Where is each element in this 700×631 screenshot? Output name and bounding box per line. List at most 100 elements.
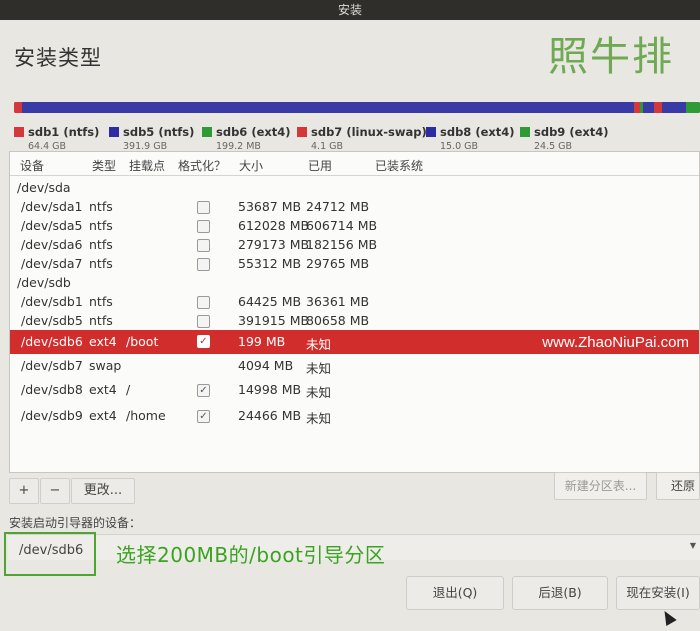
cell-device: /dev/sdb7	[21, 358, 83, 373]
cell-device: /dev/sda6	[21, 237, 83, 252]
format-checkbox[interactable]	[197, 201, 210, 214]
legend-item-sdb6: sdb6 (ext4) 199.2 MB	[202, 121, 291, 152]
col-format[interactable]: 格式化？	[178, 157, 226, 174]
cell-device: /dev/sda7	[21, 256, 83, 271]
cell-size: 14998 MB	[238, 382, 302, 397]
format-checkbox-checked[interactable]: ✓	[197, 384, 210, 397]
cell-mount: /	[126, 382, 131, 397]
legend-name: sdb6 (ext4)	[216, 125, 291, 139]
cell-used: 36361 MB	[306, 294, 370, 309]
cell-used: 未知	[306, 361, 332, 376]
cell-size: 391915 MB	[238, 313, 310, 328]
change-partition-button[interactable]: 更改...	[71, 478, 135, 504]
cell-size: 612028 MB	[238, 218, 310, 233]
cell-device: /dev/sdb8	[21, 382, 83, 397]
table-row[interactable]: /dev/sdb7 swap 4094 MB 未知	[10, 356, 699, 376]
table-row[interactable]: /dev/sdb8 ext4 / ✓ 14998 MB 未知	[10, 380, 699, 400]
annotation-text: 选择200MB的/boot引导分区	[116, 543, 386, 567]
cell-size: 53687 MB	[238, 199, 302, 214]
cell-used: 未知	[306, 385, 332, 400]
legend-item-sdb9: sdb9 (ext4) 24.5 GB	[520, 121, 609, 152]
bootloader-device-value: /dev/sdb6	[19, 543, 84, 558]
add-partition-button[interactable]: +	[9, 478, 39, 504]
new-partition-table-button[interactable]: 新建分区表...	[554, 472, 647, 500]
cell-used: 未知	[306, 411, 332, 426]
col-used[interactable]: 已用	[308, 157, 332, 174]
cell-used: 29765 MB	[306, 256, 370, 271]
table-row[interactable]: /dev/sdb1 ntfs 64425 MB 36361 MB	[10, 292, 699, 312]
cell-device: /dev/sdb9	[21, 408, 83, 423]
cell-size: 64425 MB	[238, 294, 302, 309]
col-mount[interactable]: 挂载点	[129, 157, 165, 174]
cell-type: ext4	[89, 382, 117, 397]
table-row[interactable]: /dev/sda1 ntfs 53687 MB 24712 MB	[10, 197, 699, 217]
cell-type: ntfs	[89, 218, 113, 233]
partition-legend: sdb1 (ntfs) 64.4 GB sdb5 (ntfs) 391.9 GB…	[14, 121, 700, 152]
cell-used: 24712 MB	[306, 199, 370, 214]
format-checkbox-checked[interactable]: ✓	[197, 335, 210, 348]
legend-item-sdb1: sdb1 (ntfs) 64.4 GB	[14, 121, 99, 152]
cell-used: 182156 MB	[306, 237, 378, 252]
bootloader-label: 安装启动引导器的设备：	[9, 516, 142, 530]
cell-type: ntfs	[89, 237, 113, 252]
usage-segment-sdb1	[14, 102, 22, 113]
cell-type: ntfs	[89, 313, 113, 328]
cell-size: 24466 MB	[238, 408, 302, 423]
window-titlebar: 安装	[0, 0, 700, 20]
legend-item-sdb8: sdb8 (ext4) 15.0 GB	[426, 121, 515, 152]
col-type[interactable]: 类型	[92, 157, 116, 174]
legend-swatch	[14, 127, 24, 137]
table-row-selected[interactable]: /dev/sdb6 ext4 /boot ✓ 199 MB 未知 www.Zha…	[10, 330, 699, 354]
table-row[interactable]: /dev/sda6 ntfs 279173 MB 182156 MB	[10, 235, 699, 255]
col-installed-os[interactable]: 已装系统	[375, 157, 423, 174]
table-row[interactable]: /dev/sda5 ntfs 612028 MB 606714 MB	[10, 216, 699, 236]
cell-device: /dev/sdb	[17, 275, 71, 290]
cell-type: ntfs	[89, 294, 113, 309]
cell-type: swap	[89, 358, 122, 373]
col-size[interactable]: 大小	[239, 157, 263, 174]
window-title: 安装	[337, 3, 362, 17]
cell-device: /dev/sda5	[21, 218, 83, 233]
cell-device: /dev/sdb6	[21, 334, 83, 349]
back-button[interactable]: 后退(B)	[512, 576, 608, 610]
legend-swatch	[520, 127, 530, 137]
table-row[interactable]: /dev/sda7 ntfs 55312 MB 29765 MB	[10, 254, 699, 274]
usage-segment-sdb9	[686, 102, 700, 113]
mouse-cursor-icon	[659, 607, 677, 627]
format-checkbox-checked[interactable]: ✓	[197, 410, 210, 423]
cell-used: 80658 MB	[306, 313, 370, 328]
cell-size: 199 MB	[238, 334, 286, 349]
format-checkbox[interactable]	[197, 315, 210, 328]
quit-button[interactable]: 退出(Q)	[406, 576, 504, 610]
format-checkbox[interactable]	[197, 239, 210, 252]
install-now-button[interactable]: 现在安装(I)	[616, 576, 700, 610]
remove-partition-button[interactable]: −	[40, 478, 70, 504]
table-row[interactable]: /dev/sdb5 ntfs 391915 MB 80658 MB	[10, 311, 699, 331]
table-header: 设备 类型 挂载点 格式化？ 大小 已用 已装系统	[10, 152, 699, 176]
table-row[interactable]: /dev/sda	[10, 178, 699, 198]
page-title: 安装类型	[14, 46, 102, 70]
site-watermark: www.ZhaoNiuPai.com	[542, 334, 689, 351]
table-row[interactable]: /dev/sdb	[10, 273, 699, 293]
cell-type: ext4	[89, 408, 117, 423]
cell-size: 279173 MB	[238, 237, 310, 252]
legend-name: sdb9 (ext4)	[534, 125, 609, 139]
watermark-text: 照牛排	[548, 34, 674, 80]
col-device[interactable]: 设备	[20, 157, 44, 174]
disk-usage-bar	[14, 102, 700, 113]
format-checkbox[interactable]	[197, 296, 210, 309]
legend-swatch	[109, 127, 119, 137]
cell-device: /dev/sdb5	[21, 313, 83, 328]
cell-used: 未知	[306, 337, 332, 352]
revert-button[interactable]: 还原	[656, 472, 700, 500]
legend-item-sdb7: sdb7 (linux-swap) 4.1 GB	[297, 121, 427, 152]
table-row[interactable]: /dev/sdb9 ext4 /home ✓ 24466 MB 未知	[10, 406, 699, 426]
format-checkbox[interactable]	[197, 220, 210, 233]
legend-item-sdb5: sdb5 (ntfs) 391.9 GB	[109, 121, 194, 152]
usage-segment-sdb8	[654, 102, 662, 113]
cell-used: 606714 MB	[306, 218, 378, 233]
cell-device: /dev/sdb1	[21, 294, 83, 309]
legend-swatch	[297, 127, 307, 137]
legend-name: sdb5 (ntfs)	[123, 125, 195, 139]
format-checkbox[interactable]	[197, 258, 210, 271]
